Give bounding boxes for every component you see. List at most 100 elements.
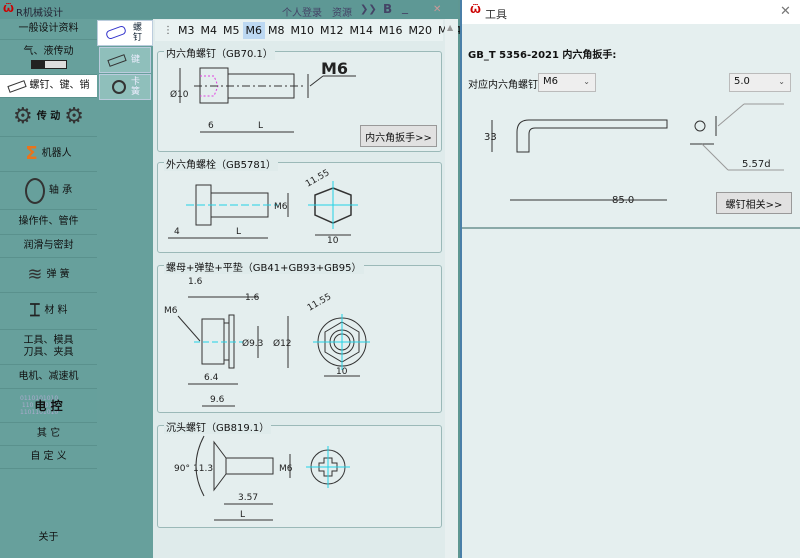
sidebar-item-custom[interactable]: 自 定 义 [0, 446, 97, 469]
screw-related-button[interactable]: 螺钉相关>> [716, 192, 792, 214]
size-tab-m12[interactable]: M12 [317, 22, 347, 39]
dim-offset: 4 [174, 227, 180, 237]
sidebar: 一般设计资料 气、液传动 螺钉、键、销 ⚙ 传 动 ⚙ Σ 机器人 轴 承 操作件、管… [0, 19, 97, 558]
size-tab-m14[interactable]: M14 [347, 22, 377, 39]
size-tab-m6[interactable]: M6 [242, 22, 265, 39]
drag-handle-icon[interactable]: ⋮ [163, 25, 173, 36]
dim-across-corners: 11.55 [306, 292, 333, 314]
screw-label: 对应内六角螺钉: [468, 80, 542, 91]
tool-body: GB_T 5356-2021 内六角扳手: 对应内六角螺钉: M6 ⌄ 5.0 ⌄ … [462, 24, 800, 229]
subtab-label: 卡 簧 [130, 77, 140, 97]
sidebar-item-label: 自 定 义 [30, 451, 67, 462]
wrench-size-select[interactable]: 5.0 ⌄ [729, 73, 791, 92]
dim-thread: M6 [164, 306, 178, 316]
sidebar-item-label: 螺钉、键、销 [29, 80, 90, 91]
scrollbar[interactable]: ▲ [445, 19, 458, 558]
app-logo-icon: Ѿ [3, 4, 14, 15]
cylinder-icon [30, 59, 67, 69]
sidebar-item-label: 其 它 [36, 428, 61, 439]
dim-short-arm: 33 [484, 132, 497, 143]
chevron-down-icon: ⌄ [778, 77, 785, 86]
size-tab-m5[interactable]: M5 [220, 22, 243, 39]
countersunk-drawing: 90° 11.3 M6 3.57 L [174, 435, 350, 521]
app-title: R机械设计 [16, 8, 63, 19]
dim-length: L [240, 510, 245, 520]
dim-washer-2: 1.6 [245, 293, 260, 303]
nut-washer-drawing: 1.6 1.6 M6 Ø9.3 Ø12 6.4 9.6 11.55 10 [164, 277, 370, 407]
sidebar-item-electric-control[interactable]: 0110101010 110 010 1101101010 电 控 [0, 389, 97, 423]
minimize-button[interactable]: _ [402, 0, 408, 14]
hex-wrench-button[interactable]: 内六角扳手>> [360, 125, 437, 147]
dim-dia-9-3: Ø9.3 [242, 338, 263, 349]
sidebar-item-general[interactable]: 一般设计资料 [0, 19, 97, 40]
size-tab-m4[interactable]: M4 [198, 22, 221, 39]
spring-icon: ≋ [27, 264, 43, 285]
b-button[interactable]: B [383, 2, 392, 16]
sidebar-item-operating-parts[interactable]: 操作件、管件 [0, 210, 97, 235]
circlip-icon [112, 80, 126, 94]
subtab-label: 键 [130, 55, 140, 65]
tool-heading: GB_T 5356-2021 内六角扳手: [468, 50, 617, 61]
sidebar-item-motors[interactable]: 电机、减速机 [0, 365, 97, 389]
screw-size-select[interactable]: M6 ⌄ [538, 73, 596, 92]
sidebar-item-material[interactable]: ⌶ 材 料 [0, 293, 97, 330]
tool-title-bar: Ѿ 工具 ✕ [462, 0, 800, 24]
size-tab-m3[interactable]: M3 [175, 22, 198, 39]
close-button[interactable]: ✕ [780, 4, 791, 19]
resources-link[interactable]: 资源 [332, 4, 352, 19]
sidebar-item-robot[interactable]: Σ 机器人 [0, 137, 97, 172]
main-window: Ѿ R机械设计 个人登录 资源 ❯❯ B _ ✕ 一般设计资料 气、液传动 螺钉… [0, 0, 469, 558]
panel-socket-screw: 内六角螺钉（GB70.1） Ø10 6 L M6 内六角扳手>> [157, 45, 442, 152]
hex-bolt-drawing: M6 4 L 11.55 10 [168, 168, 358, 246]
subtab-circlips[interactable]: 卡 簧 [99, 74, 151, 100]
sidebar-item-bearing[interactable]: 轴 承 [0, 172, 97, 210]
sidebar-item-label: 工具、模具 刀具、夹具 [23, 335, 74, 358]
app-logo-icon: Ѿ [470, 5, 481, 16]
dim-nut-height: 6.4 [204, 373, 219, 383]
gear-icon: ⚙ [13, 104, 33, 129]
chevron-right-icon[interactable]: ❯❯ [360, 4, 377, 15]
subtab-screws[interactable]: 螺 钉 [97, 20, 153, 46]
login-link[interactable]: 个人登录 [282, 4, 322, 19]
sidebar-item-label: 电 控 [34, 398, 63, 413]
size-tab-m16[interactable]: M16 [376, 22, 406, 39]
sidebar-item-label: 操作件、管件 [18, 216, 79, 227]
robot-arm-icon: Σ [25, 143, 38, 164]
screw-icon [105, 24, 127, 41]
sidebar-item-label: 机器人 [41, 148, 72, 159]
dim-washer-1: 1.6 [188, 277, 203, 287]
sidebar-item-lubrication[interactable]: 润滑与密封 [0, 235, 97, 258]
dim-across-flats: 10 [327, 236, 339, 246]
sidebar-item-label: 材 料 [44, 305, 68, 316]
dim-thread: M6 [279, 464, 293, 474]
panel-hex-bolt: 外六角螺栓（GB5781） M6 4 L 11.55 10 [157, 156, 442, 253]
about-label: 关于 [38, 532, 59, 543]
sidebar-item-pneumatic[interactable]: 气、液传动 [0, 40, 97, 75]
about-button[interactable]: 关于 [0, 527, 97, 549]
screw-size-value: M6 [543, 76, 558, 87]
sidebar-item-transmission[interactable]: ⚙ 传 动 ⚙ [0, 98, 97, 137]
panel-nut-washer: 螺母+弹垫+平垫（GB41+GB93+GB95） 1.6 1.6 M6 Ø9.3… [157, 259, 442, 413]
dim-angle: 90° [174, 464, 190, 474]
sidebar-item-screws[interactable]: 螺钉、键、销 [0, 75, 97, 98]
size-tab-m10[interactable]: M10 [288, 22, 318, 39]
sidebar-item-other[interactable]: 其 它 [0, 423, 97, 446]
close-button[interactable]: ✕ [433, 4, 441, 15]
dim-head-dia: 11.3 [193, 464, 213, 474]
sidebar-item-spring[interactable]: ≋ 弹 簧 [0, 258, 97, 293]
dim-across-flats: 10 [336, 367, 348, 377]
scroll-up-icon[interactable]: ▲ [447, 23, 453, 32]
dim-head: 6 [208, 121, 214, 131]
tool-title: 工具 [485, 8, 507, 21]
subtab-keys[interactable]: 键 [99, 47, 151, 73]
gear-icon: ⚙ [64, 104, 84, 129]
size-tab-m8[interactable]: M8 [265, 22, 288, 39]
dim-dia: Ø10 [170, 89, 189, 100]
subtabs: 螺 钉 键 卡 簧 [97, 19, 153, 558]
sidebar-item-tools[interactable]: 工具、模具 刀具、夹具 [0, 330, 97, 365]
dim-total-height: 9.6 [210, 395, 225, 405]
size-tabs: ⋮M3M4M5M6M8M10M12M14M16M20M24▾ [155, 20, 469, 41]
size-tab-m20[interactable]: M20 [406, 22, 436, 39]
sidebar-item-label: 润滑与密封 [23, 240, 74, 251]
sidebar-item-label: 弹 簧 [46, 269, 70, 280]
